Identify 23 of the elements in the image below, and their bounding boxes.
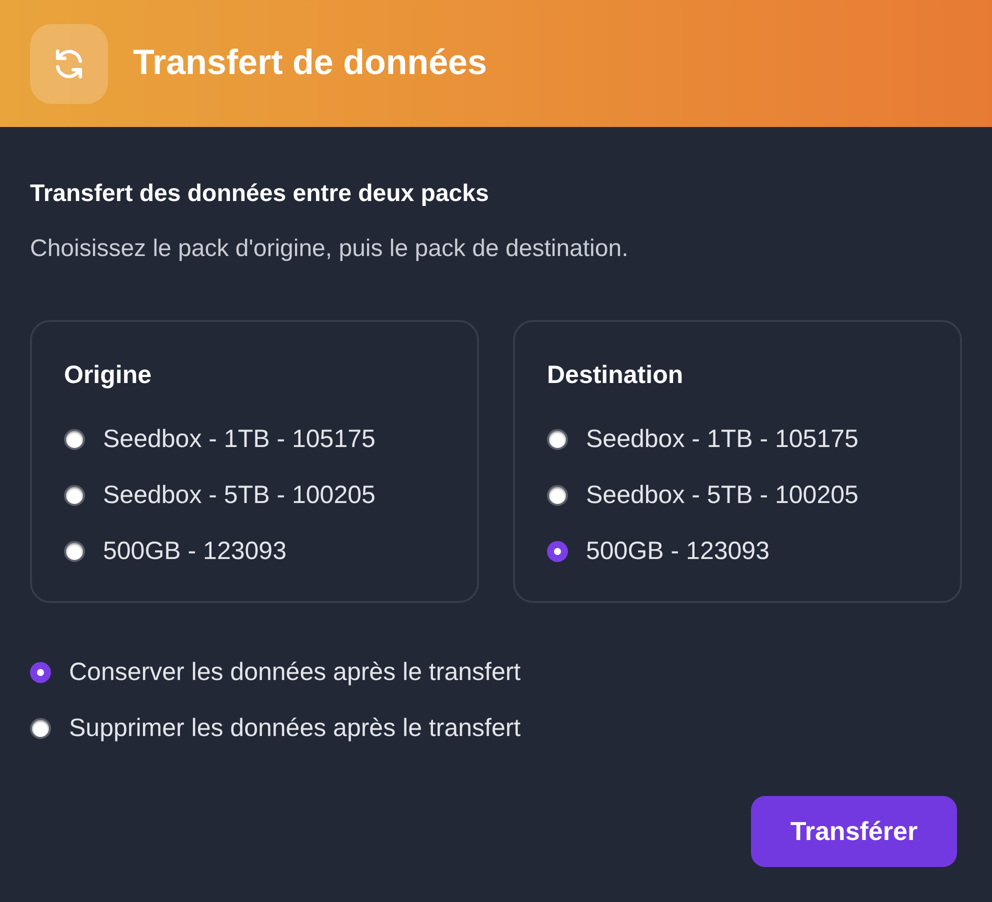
- radio-button[interactable]: [30, 662, 51, 682]
- section-title: Transfert des données entre deux packs: [30, 179, 490, 209]
- section-description: Choisissez le pack d'origine, puis le pack de destination.: [30, 234, 630, 264]
- radio-button[interactable]: [64, 540, 85, 562]
- option-label: 500GB - 123093: [586, 536, 770, 566]
- option-label: Seedbox - 5TB - 100205: [586, 480, 858, 510]
- radio-button[interactable]: [64, 428, 85, 450]
- option-label: Seedbox - 1TB - 105175: [586, 424, 858, 454]
- transfer-button[interactable]: Transférer: [751, 796, 957, 867]
- card-heading: Destination: [547, 360, 684, 390]
- radio-button[interactable]: [64, 484, 85, 506]
- option-label: Conserver les données après le transfert: [69, 657, 521, 687]
- radio-button[interactable]: [547, 484, 568, 506]
- option-label: Supprimer les données après le transfert: [69, 713, 521, 743]
- sync-icon: [30, 24, 108, 104]
- radio-button[interactable]: [547, 540, 568, 562]
- radio-button[interactable]: [30, 718, 51, 738]
- option-label: Seedbox - 5TB - 100205: [103, 480, 376, 510]
- header-title: Transfert de données: [133, 42, 487, 84]
- radio-button[interactable]: [547, 428, 568, 450]
- option-label: 500GB - 123093: [103, 536, 286, 566]
- option-label: Seedbox - 1TB - 105175: [103, 424, 376, 454]
- card-heading: Origine: [64, 360, 153, 390]
